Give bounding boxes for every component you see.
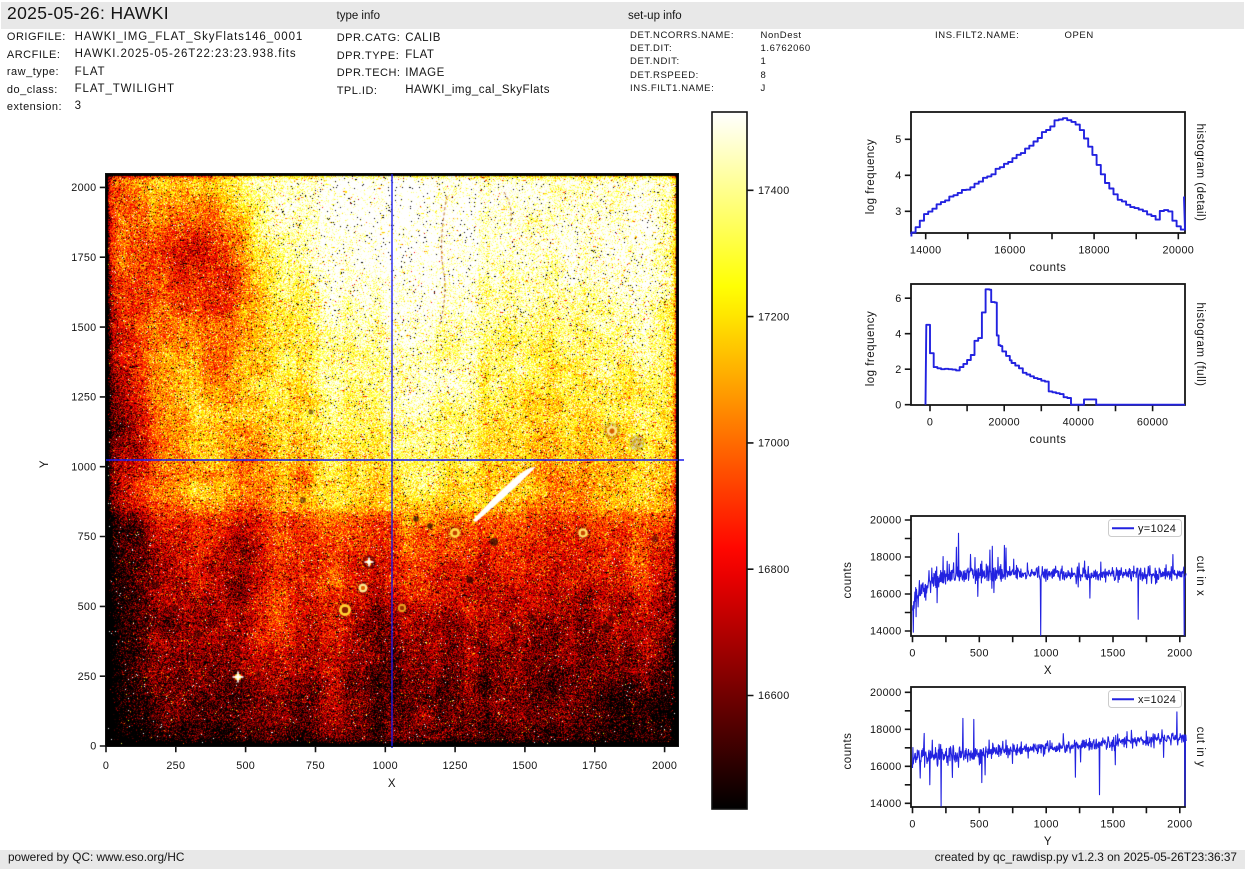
svg-text:16000: 16000	[870, 761, 902, 773]
svg-text:1000: 1000	[71, 461, 96, 473]
svg-text:14000: 14000	[870, 626, 902, 638]
svg-text:2000: 2000	[71, 182, 96, 194]
svg-text:1000: 1000	[1034, 819, 1059, 831]
svg-text:20000: 20000	[988, 417, 1020, 429]
svg-text:1000: 1000	[373, 760, 398, 772]
svg-text:0: 0	[103, 760, 109, 772]
svg-text:x=1024: x=1024	[1138, 694, 1176, 706]
svg-text:Y: Y	[39, 460, 51, 468]
svg-text:0: 0	[90, 741, 96, 753]
svg-text:20000: 20000	[870, 687, 902, 699]
svg-text:16000: 16000	[994, 245, 1026, 257]
svg-text:0: 0	[909, 648, 915, 660]
svg-text:17200: 17200	[758, 311, 790, 323]
svg-text:2: 2	[895, 364, 901, 376]
svg-text:17000: 17000	[758, 438, 790, 450]
svg-text:20000: 20000	[1163, 245, 1195, 257]
svg-text:18000: 18000	[870, 724, 902, 736]
svg-text:1000: 1000	[1034, 648, 1059, 660]
svg-text:counts: counts	[1030, 262, 1067, 274]
svg-text:20000: 20000	[870, 515, 902, 527]
svg-text:Y: Y	[1044, 836, 1052, 848]
svg-text:500: 500	[970, 819, 989, 831]
svg-text:counts: counts	[842, 562, 854, 599]
svg-text:5: 5	[895, 134, 901, 146]
svg-text:250: 250	[78, 671, 97, 683]
svg-text:1750: 1750	[582, 760, 607, 772]
svg-text:1250: 1250	[443, 760, 468, 772]
svg-text:16800: 16800	[758, 564, 790, 576]
svg-text:X: X	[388, 778, 396, 790]
svg-text:2000: 2000	[1167, 648, 1192, 660]
svg-text:y=1024: y=1024	[1138, 523, 1176, 535]
svg-text:2000: 2000	[1167, 819, 1192, 831]
svg-text:18000: 18000	[1078, 245, 1110, 257]
svg-text:16600: 16600	[758, 690, 790, 702]
svg-text:1500: 1500	[71, 322, 96, 334]
svg-text:0: 0	[895, 399, 901, 411]
svg-text:1500: 1500	[1100, 819, 1125, 831]
svg-text:750: 750	[306, 760, 325, 772]
svg-text:60000: 60000	[1137, 417, 1169, 429]
svg-text:cut in y: cut in y	[1194, 727, 1206, 767]
svg-text:X: X	[1044, 665, 1052, 677]
svg-text:6: 6	[895, 293, 901, 305]
svg-text:14000: 14000	[910, 245, 942, 257]
svg-text:2000: 2000	[652, 760, 677, 772]
svg-text:1750: 1750	[71, 252, 96, 264]
svg-text:18000: 18000	[870, 552, 902, 564]
svg-text:counts: counts	[842, 733, 854, 770]
svg-text:1500: 1500	[512, 760, 537, 772]
svg-text:250: 250	[166, 760, 185, 772]
svg-text:0: 0	[927, 417, 933, 429]
svg-text:750: 750	[78, 531, 97, 543]
svg-text:log frequency: log frequency	[865, 139, 877, 215]
svg-text:cut in x: cut in x	[1194, 556, 1206, 596]
svg-text:log frequency: log frequency	[865, 311, 877, 387]
svg-text:40000: 40000	[1063, 417, 1095, 429]
svg-text:histogram (full): histogram (full)	[1194, 302, 1206, 386]
svg-text:16000: 16000	[870, 589, 902, 601]
svg-text:4: 4	[895, 328, 901, 340]
svg-text:500: 500	[78, 601, 97, 613]
svg-text:500: 500	[236, 760, 255, 772]
svg-text:500: 500	[970, 648, 989, 660]
svg-text:1250: 1250	[71, 392, 96, 404]
svg-text:0: 0	[909, 819, 915, 831]
svg-text:3: 3	[895, 206, 901, 218]
svg-text:4: 4	[895, 170, 901, 182]
svg-text:counts: counts	[1030, 434, 1067, 446]
svg-text:1500: 1500	[1100, 648, 1125, 660]
svg-text:histogram (detail): histogram (detail)	[1194, 124, 1206, 222]
svg-text:14000: 14000	[870, 798, 902, 810]
svg-text:17400: 17400	[758, 185, 790, 197]
